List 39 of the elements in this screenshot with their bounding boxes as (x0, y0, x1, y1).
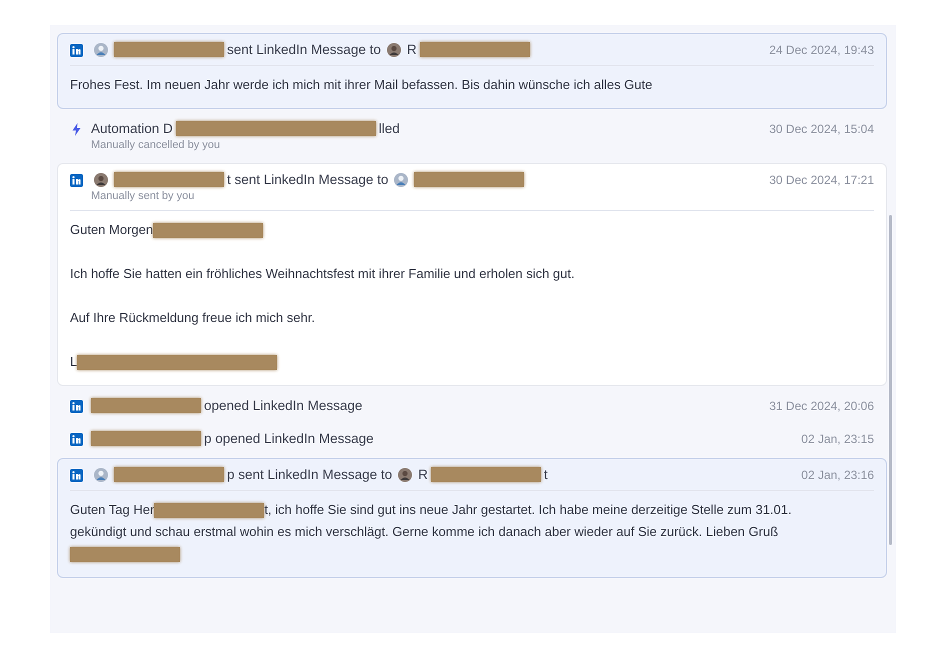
network-logo-icon (70, 469, 83, 482)
entry-text: Frohes Fest. Im neuen Jahr werde ich mich mit ihrer Mail befassen. Bis dahin wünsche ich alles Gute (70, 76, 652, 94)
user-avatar-icon (94, 468, 108, 482)
entry-text: lled (378, 121, 400, 136)
entry-text: t (544, 467, 548, 482)
entry-text: Guten Morgen (70, 221, 154, 239)
bolt-icon (70, 123, 83, 136)
entry-text: Ich hoffe Sie hatten ein fröhliches Weihnachtsfest mit ihrer Familie und erholen sich gut. (70, 265, 575, 283)
timestamp: 30 Dec 2024, 15:04 (769, 122, 874, 136)
timestamp: 02 Jan, 23:16 (801, 468, 874, 482)
scrollbar-thumb[interactable] (889, 215, 892, 545)
entry-text: opened LinkedIn Message (204, 398, 362, 413)
timestamp: 02 Jan, 23:15 (801, 432, 874, 446)
entry-text: sent LinkedIn Message to (227, 42, 381, 57)
avatar-icon (94, 172, 108, 186)
entry-text: Guten Tag Her (70, 501, 154, 519)
timestamp: 31 Dec 2024, 20:06 (769, 399, 874, 413)
status-note: Manually sent by you (91, 190, 196, 202)
user-avatar-icon (394, 172, 408, 186)
entry-text: t, ich hoffe Sie sind gut ins neue Jahr gestartet. Ich habe meine derzeitige Stelle zum 31.01. (264, 501, 792, 519)
avatar-icon (386, 42, 401, 56)
entry-text: gekündigt und schau erstmal wohin es mich verschlägt. Gerne komme ich danach aber wieder auf Sie zurück. Lieben Gruß (70, 523, 778, 541)
entry-text: R (418, 467, 428, 482)
timestamp: 30 Dec 2024, 17:21 (769, 173, 874, 187)
entry-text: Automation D (91, 121, 173, 136)
network-logo-icon (70, 433, 83, 446)
entry-text: Auf Ihre Rückmeldung freue ich mich sehr. (70, 309, 315, 327)
network-logo-icon (70, 174, 83, 187)
entry-text: p opened LinkedIn Message (204, 431, 374, 446)
network-logo-icon (70, 400, 83, 413)
avatar-icon (398, 468, 412, 482)
timestamp: 24 Dec 2024, 19:43 (769, 43, 874, 57)
entry-text: t sent LinkedIn Message to (227, 172, 388, 187)
network-logo-icon (70, 44, 83, 57)
user-avatar-icon (94, 42, 108, 56)
entry-text: p sent LinkedIn Message to (227, 467, 392, 482)
entry-text: L (70, 353, 78, 371)
status-note: Manually cancelled by you (91, 139, 222, 151)
entry-text: R (406, 42, 417, 57)
